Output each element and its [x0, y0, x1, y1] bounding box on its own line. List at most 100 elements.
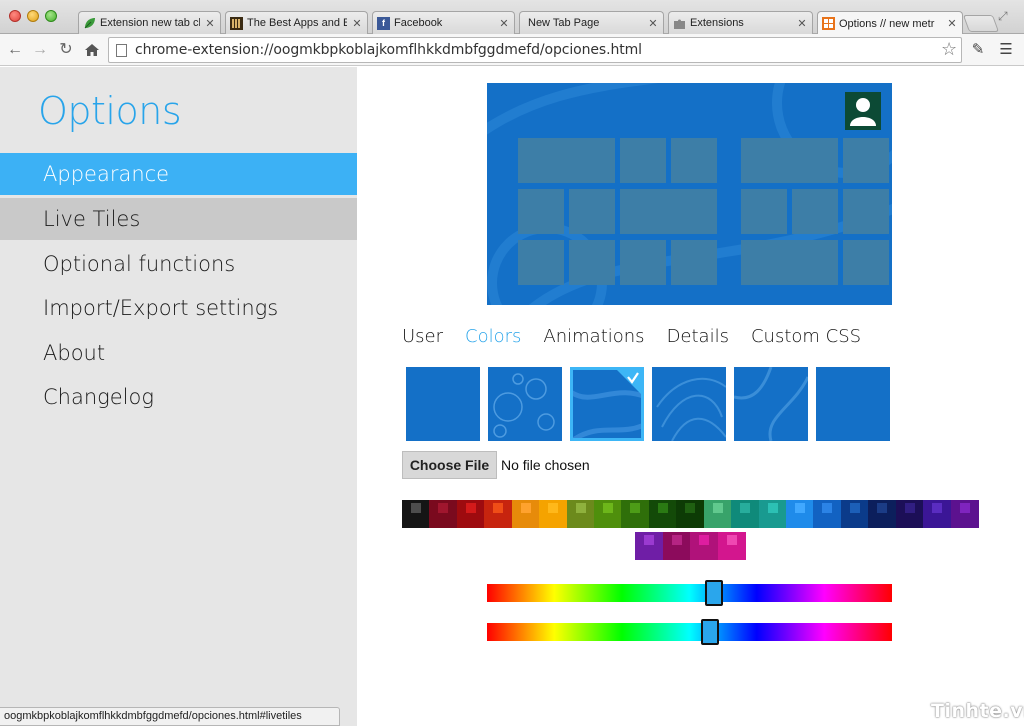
- color-swatch[interactable]: [717, 532, 746, 560]
- tab-close-icon[interactable]: ✕: [946, 17, 958, 30]
- color-swatch[interactable]: [731, 500, 760, 528]
- color-swatch[interactable]: [950, 500, 979, 528]
- color-swatch[interactable]: [539, 500, 568, 528]
- hue-slider-secondary[interactable]: [487, 623, 892, 641]
- hue-slider-secondary-thumb[interactable]: [700, 619, 719, 645]
- browser-tab[interactable]: The Best Apps and E ✕: [225, 11, 368, 34]
- tab-close-icon[interactable]: ✕: [796, 17, 808, 30]
- sidebar-item-live-tiles[interactable]: Live Tiles: [0, 198, 357, 240]
- color-swatch[interactable]: [484, 500, 513, 528]
- close-window-button[interactable]: [9, 10, 21, 22]
- hue-slider[interactable]: [487, 584, 892, 602]
- tab-colors[interactable]: Colors: [465, 326, 521, 352]
- color-swatch[interactable]: [813, 500, 842, 528]
- choose-file-button[interactable]: Choose File: [402, 451, 497, 479]
- hue-slider-thumb[interactable]: [704, 580, 723, 606]
- color-swatch[interactable]: [511, 500, 540, 528]
- color-swatch-variant[interactable]: [904, 503, 915, 513]
- color-swatch[interactable]: [895, 500, 924, 528]
- tab-details[interactable]: Details: [667, 326, 729, 352]
- tab-animations[interactable]: Animations: [543, 326, 644, 352]
- tab-close-icon[interactable]: ✕: [351, 17, 363, 30]
- color-swatch[interactable]: [456, 500, 485, 528]
- tab-user[interactable]: User: [402, 326, 443, 352]
- color-swatch-variant[interactable]: [603, 503, 613, 513]
- pencil-icon[interactable]: ✎: [969, 41, 987, 59]
- color-swatch-variant[interactable]: [699, 535, 709, 545]
- color-swatch-variant[interactable]: [685, 503, 696, 513]
- sidebar-item-optional-functions[interactable]: Optional functions: [0, 243, 357, 285]
- color-swatch-variant[interactable]: [767, 503, 778, 513]
- color-swatch[interactable]: [402, 500, 430, 528]
- menu-icon[interactable]: ☰: [997, 41, 1015, 59]
- color-swatch-variant[interactable]: [822, 503, 833, 513]
- browser-tab[interactable]: New Tab Page ✕: [519, 11, 664, 34]
- background-option-selected[interactable]: [570, 367, 644, 441]
- color-swatch[interactable]: [429, 500, 458, 528]
- color-swatch[interactable]: [690, 532, 718, 560]
- address-bar[interactable]: chrome-extension://oogmkbpkoblajkomflhkk…: [108, 37, 962, 63]
- new-tab-button[interactable]: [962, 15, 1000, 32]
- color-swatch-variant[interactable]: [548, 503, 559, 513]
- color-swatch-variant[interactable]: [932, 503, 943, 513]
- tab-custom-css[interactable]: Custom CSS: [751, 326, 861, 352]
- sidebar-item-about[interactable]: About: [0, 332, 357, 374]
- zoom-window-button[interactable]: [45, 10, 57, 22]
- color-swatch[interactable]: [648, 500, 677, 528]
- background-option[interactable]: [734, 367, 808, 441]
- color-swatch-variant[interactable]: [411, 503, 421, 513]
- minimize-window-button[interactable]: [27, 10, 39, 22]
- sidebar-item-import-export[interactable]: Import/Export settings: [0, 287, 357, 329]
- color-swatch-variant[interactable]: [726, 535, 737, 545]
- color-swatch-variant[interactable]: [671, 535, 682, 545]
- tile: [518, 138, 615, 183]
- browser-tab[interactable]: Extension new tab cl ✕: [78, 11, 221, 34]
- tab-close-icon[interactable]: ✕: [647, 17, 659, 30]
- browser-tab[interactable]: f Facebook ✕: [372, 11, 515, 34]
- color-swatch[interactable]: [662, 532, 691, 560]
- back-button[interactable]: ←: [5, 40, 25, 60]
- bookmark-star-icon[interactable]: ☆: [941, 38, 957, 62]
- color-swatch-variant[interactable]: [849, 503, 860, 513]
- color-swatch-variant[interactable]: [520, 503, 531, 513]
- color-swatch-variant[interactable]: [740, 503, 751, 513]
- forward-button[interactable]: →: [30, 40, 50, 60]
- background-option[interactable]: [488, 367, 562, 441]
- color-swatch[interactable]: [923, 500, 952, 528]
- color-swatch-variant[interactable]: [575, 503, 586, 513]
- color-swatch-variant[interactable]: [795, 503, 805, 513]
- color-swatch[interactable]: [703, 500, 732, 528]
- user-avatar-icon: [845, 92, 881, 130]
- color-swatch[interactable]: [840, 500, 869, 528]
- color-swatch[interactable]: [868, 500, 897, 528]
- color-swatch-variant[interactable]: [959, 503, 970, 513]
- sidebar-item-changelog[interactable]: Changelog: [0, 376, 357, 418]
- color-swatch[interactable]: [635, 532, 663, 560]
- fullscreen-icon[interactable]: ⤢: [998, 9, 1012, 23]
- tab-close-icon[interactable]: ✕: [498, 17, 510, 30]
- color-swatch[interactable]: [786, 500, 814, 528]
- sidebar-item-appearance[interactable]: Appearance: [0, 153, 357, 195]
- home-button[interactable]: [82, 40, 102, 60]
- color-swatch-variant[interactable]: [877, 503, 888, 513]
- color-swatch-variant[interactable]: [465, 503, 476, 513]
- color-swatch[interactable]: [621, 500, 650, 528]
- color-swatch[interactable]: [676, 500, 705, 528]
- color-swatch-variant[interactable]: [630, 503, 641, 513]
- tab-close-icon[interactable]: ✕: [204, 17, 216, 30]
- background-option[interactable]: [816, 367, 890, 441]
- reload-button[interactable]: ↻: [56, 40, 76, 60]
- color-swatch[interactable]: [758, 500, 787, 528]
- color-swatch[interactable]: [594, 500, 622, 528]
- color-swatch-variant[interactable]: [438, 503, 449, 513]
- browser-tab[interactable]: Extensions ✕: [668, 11, 813, 34]
- color-swatch-variant[interactable]: [644, 535, 654, 545]
- color-swatch-variant[interactable]: [712, 503, 723, 513]
- browser-tab-active[interactable]: Options // new metr ✕: [817, 11, 963, 35]
- background-option[interactable]: [406, 367, 480, 441]
- background-option[interactable]: [652, 367, 726, 441]
- tile: [671, 138, 717, 183]
- color-swatch-variant[interactable]: [657, 503, 668, 513]
- color-swatch[interactable]: [566, 500, 595, 528]
- color-swatch-variant[interactable]: [493, 503, 504, 513]
